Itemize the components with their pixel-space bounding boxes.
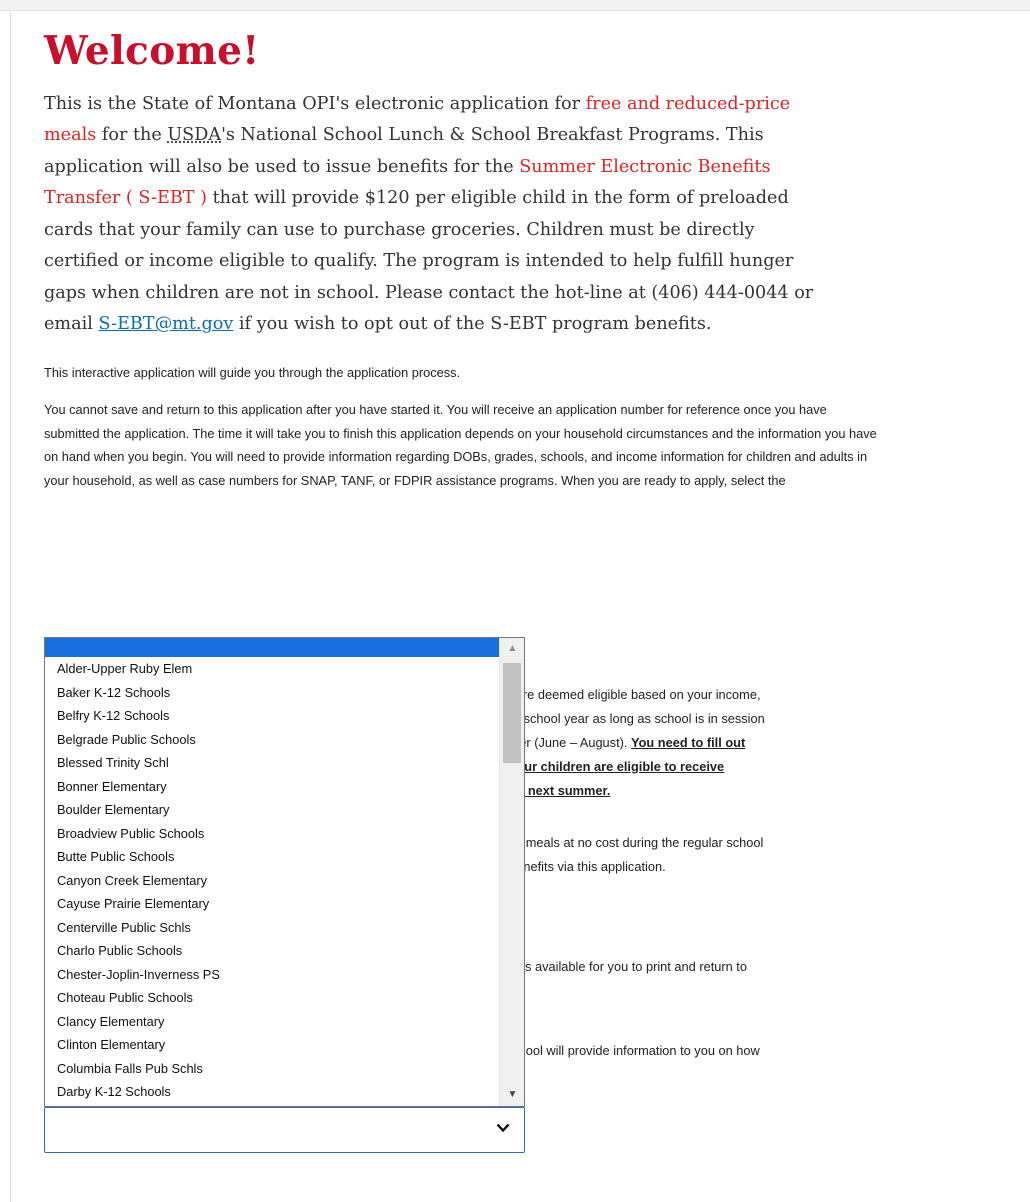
- guide-paragraph: This interactive application will guide …: [44, 364, 461, 380]
- school-option-blank[interactable]: [45, 638, 499, 657]
- obscured-line-2: rent school year as long as school is in…: [498, 711, 765, 726]
- obscured-line-1: ou are deemed eligible based on your inc…: [498, 687, 761, 702]
- scrollbar-thumb[interactable]: [503, 663, 521, 763]
- triangle-down-icon[interactable]: ▼: [500, 1084, 524, 1106]
- school-option[interactable]: Darby K-12 Schools: [45, 1080, 499, 1104]
- obscured-line-9: r school will provide information to you…: [498, 1043, 760, 1058]
- save-paragraph: You cannot save and return to this appli…: [44, 402, 877, 488]
- sebt-email-link[interactable]: S-EBT@mt.gov: [98, 314, 233, 334]
- intro-text-2: for the: [96, 125, 168, 146]
- school-option[interactable]: Boulder Elementary: [45, 798, 499, 822]
- school-option[interactable]: Butte Public Schools: [45, 845, 499, 869]
- main-content: Welcome! This is the State of Montana OP…: [44, 28, 877, 492]
- school-option[interactable]: Clinton Elementary: [45, 1033, 499, 1057]
- intro-text-5: if you wish to opt out of the S-EBT prog…: [233, 314, 712, 335]
- obscured-line-3: mmer (June – August). You need to fill o…: [498, 731, 745, 755]
- fill-out-notice: You need to fill out: [631, 735, 746, 750]
- school-option[interactable]: Bonner Elementary: [45, 775, 499, 799]
- school-option[interactable]: Cayuse Prairie Elementary: [45, 892, 499, 916]
- page-title: Welcome!: [44, 28, 260, 74]
- school-select[interactable]: [44, 1107, 525, 1153]
- intro-text-1: This is the State of Montana OPI's elect…: [44, 93, 586, 114]
- school-option[interactable]: Belfry K-12 Schools: [45, 704, 499, 728]
- obscured-line-4: if your children are eligible to receive: [498, 759, 725, 774]
- triangle-up-icon[interactable]: ▲: [500, 638, 524, 660]
- obscured-line-8-text: is available for you to print and return…: [518, 959, 747, 974]
- school-option[interactable]: Clancy Elementary: [45, 1010, 499, 1034]
- school-option[interactable]: Blessed Trinity Schl: [45, 751, 499, 775]
- school-option[interactable]: Charlo Public Schools: [45, 939, 499, 963]
- dropdown-scrollbar[interactable]: ▲ ▼: [499, 638, 524, 1106]
- school-option[interactable]: Centerville Public Schls: [45, 916, 499, 940]
- school-option[interactable]: Alder-Upper Ruby Elem: [45, 657, 499, 681]
- school-dropdown-list[interactable]: Alder-Upper Ruby Elem Baker K-12 Schools B…: [44, 637, 525, 1107]
- school-option[interactable]: Columbia Falls Pub Schls: [45, 1057, 499, 1081]
- obscured-line-6: hool meals at no cost during the regular…: [498, 835, 764, 850]
- intro-paragraph: This is the State of Montana OPI's elect…: [44, 89, 834, 341]
- intro-text-4: that will provide $120 per eligible chil…: [44, 188, 814, 335]
- obscured-line-8: tion is available for you to print and r…: [498, 955, 747, 979]
- school-option[interactable]: Baker K-12 Schools: [45, 681, 499, 705]
- school-option[interactable]: Choteau Public Schools: [45, 986, 499, 1010]
- school-options: Alder-Upper Ruby Elem Baker K-12 Schools B…: [45, 638, 499, 1104]
- chevron-down-icon: [496, 1120, 510, 1136]
- school-option[interactable]: Canyon Creek Elementary: [45, 869, 499, 893]
- school-option[interactable]: Broadview Public Schools: [45, 822, 499, 846]
- school-option[interactable]: Chester-Joplin-Inverness PS: [45, 963, 499, 987]
- school-option[interactable]: Belgrade Public Schools: [45, 728, 499, 752]
- usda-abbr: USDA: [167, 125, 222, 146]
